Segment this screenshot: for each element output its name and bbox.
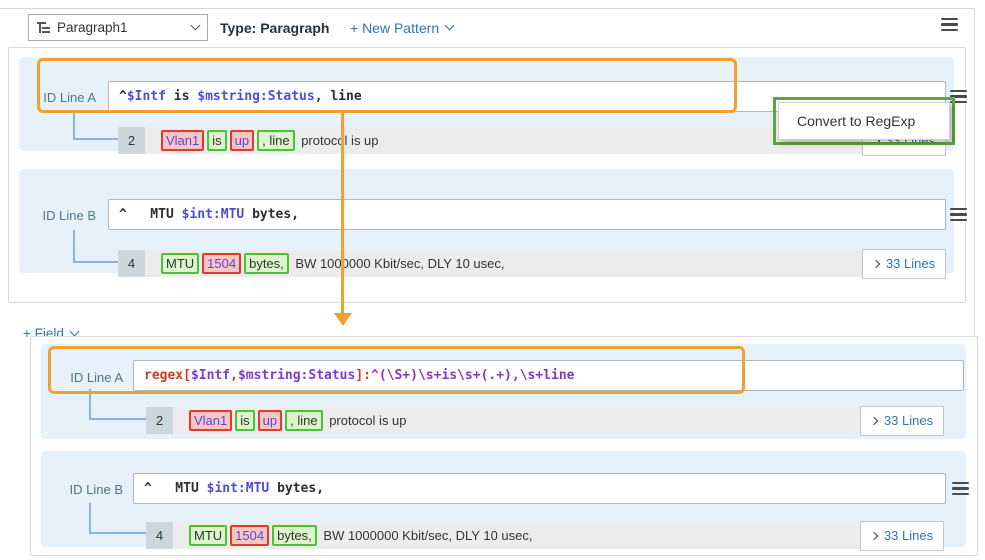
header-menu-button[interactable] bbox=[941, 18, 958, 31]
header-divider bbox=[0, 8, 974, 9]
pattern-selector[interactable]: Paragraph1 bbox=[28, 14, 208, 41]
sample-rest-text: BW 1000000 Kbit/sec, DLY 10 usec, bbox=[292, 256, 505, 271]
id-line-b-group: ID Line B ^ MTU $int:MTU bytes, 4 MTU150… bbox=[41, 451, 966, 547]
pattern-text: ^ MTU bbox=[144, 481, 207, 496]
chevron-right-icon bbox=[870, 416, 878, 424]
line-number: 4 bbox=[118, 250, 145, 277]
captured-token: 1504 bbox=[230, 525, 269, 546]
id-line-a-label: ID Line A bbox=[34, 90, 96, 105]
pattern-text: ^ MTU bbox=[119, 207, 182, 222]
id-line-a-group-regex: ID Line A regex[$Intf,$mstring:Status]:^… bbox=[41, 344, 966, 439]
id-line-b-label: ID Line B bbox=[34, 208, 96, 223]
lines-count-button[interactable]: 33 Lines bbox=[860, 406, 944, 436]
chevron-right-icon bbox=[872, 259, 880, 267]
lines-count-label: 33 Lines bbox=[884, 413, 933, 428]
highlight-box-menu: Convert to RegExp bbox=[773, 97, 955, 145]
literal-token: bytes, bbox=[244, 253, 289, 274]
regex-variable: $mstring:Status bbox=[238, 368, 355, 383]
pattern-text: is bbox=[166, 89, 197, 104]
chevron-right-icon bbox=[870, 531, 878, 539]
regex-keyword: regex bbox=[144, 368, 183, 383]
lines-count-button[interactable]: 33 Lines bbox=[862, 249, 946, 279]
sample-rest-text: BW 1000000 Kbit/sec, DLY 10 usec, bbox=[320, 528, 533, 543]
matched-tokens: Vlan1isup, line protocol is up bbox=[189, 410, 407, 431]
line-b-menu-button[interactable] bbox=[950, 208, 967, 221]
arrow-head-icon bbox=[334, 313, 352, 326]
regex-punct: : bbox=[363, 368, 371, 383]
id-line-b-group: ID Line B ^ MTU $int:MTU bytes, 4 MTU150… bbox=[19, 169, 954, 273]
pattern-tree-icon bbox=[37, 21, 50, 34]
literal-token: , line bbox=[257, 130, 294, 151]
regex-variable: $Intf bbox=[191, 368, 230, 383]
connector-line bbox=[89, 389, 146, 420]
regex-body: ^(\S+)\s+is\s+(.+),\s+line bbox=[371, 368, 575, 383]
chevron-down-icon bbox=[69, 327, 79, 337]
captured-token: 1504 bbox=[202, 253, 241, 274]
lines-count-button[interactable]: 33 Lines bbox=[860, 521, 944, 551]
literal-token: is bbox=[207, 130, 226, 151]
chevron-down-icon bbox=[191, 21, 201, 31]
literal-token: MTU bbox=[189, 525, 227, 546]
regex-punct: ] bbox=[355, 368, 363, 383]
matched-tokens: Vlan1isup, line protocol is up bbox=[161, 130, 379, 151]
id-line-b-label: ID Line B bbox=[61, 482, 123, 497]
connector-line bbox=[73, 230, 118, 263]
context-menu: Convert to RegExp bbox=[778, 102, 950, 140]
lines-count-label: 33 Lines bbox=[886, 256, 935, 271]
pattern-editor-panel-bottom: ID Line A regex[$Intf,$mstring:Status]:^… bbox=[30, 336, 978, 556]
id-line-a-regex-input[interactable]: regex[$Intf,$mstring:Status]:^(\S+)\s+is… bbox=[133, 360, 964, 391]
captured-token: up bbox=[258, 410, 282, 431]
line-number: 4 bbox=[146, 522, 173, 549]
line-number: 2 bbox=[118, 127, 145, 154]
pattern-variable: $mstring:Status bbox=[197, 89, 314, 104]
lines-count-label: 33 Lines bbox=[884, 528, 933, 543]
captured-token: Vlan1 bbox=[161, 130, 204, 151]
new-pattern-button[interactable]: + New Pattern bbox=[350, 14, 453, 41]
pattern-editor-panel-top: ID Line A ^$Intf is $mstring:Status, lin… bbox=[8, 47, 966, 303]
sample-row-4: 4 MTU1504bytes, BW 1000000 Kbit/sec, DLY… bbox=[118, 250, 946, 277]
sample-row-4: 4 MTU1504bytes, BW 1000000 Kbit/sec, DLY… bbox=[146, 522, 944, 549]
connector-line bbox=[89, 503, 146, 534]
pattern-text: bytes, bbox=[244, 207, 299, 222]
chevron-down-icon bbox=[445, 21, 455, 31]
captured-token: up bbox=[230, 130, 254, 151]
regex-punct: , bbox=[230, 368, 238, 383]
matched-tokens: MTU1504bytes, BW 1000000 Kbit/sec, DLY 1… bbox=[189, 525, 532, 546]
pattern-text: , line bbox=[315, 89, 362, 104]
regex-punct: [ bbox=[183, 368, 191, 383]
connector-line bbox=[73, 111, 118, 140]
type-label: Type: Paragraph bbox=[220, 14, 329, 41]
sample-rest-text: protocol is up bbox=[298, 133, 379, 148]
matched-tokens: MTU1504bytes, BW 1000000 Kbit/sec, DLY 1… bbox=[161, 253, 504, 274]
convert-to-regexp-item[interactable]: Convert to RegExp bbox=[779, 113, 949, 129]
pattern-variable: $int:MTU bbox=[182, 207, 245, 222]
id-line-a-label: ID Line A bbox=[61, 370, 123, 385]
pattern-text: ^ bbox=[119, 89, 127, 104]
pattern-variable: $int:MTU bbox=[207, 481, 270, 496]
sample-row-2: 2 Vlan1isup, line protocol is up 33 Line… bbox=[146, 407, 944, 434]
id-line-b-input[interactable]: ^ MTU $int:MTU bytes, bbox=[108, 199, 946, 230]
captured-token: Vlan1 bbox=[189, 410, 232, 431]
line-b-menu-button[interactable] bbox=[952, 482, 969, 495]
pattern-variable: $Intf bbox=[127, 89, 166, 104]
pattern-text: bytes, bbox=[269, 481, 324, 496]
literal-token: bytes, bbox=[272, 525, 317, 546]
pattern-selector-value: Paragraph1 bbox=[57, 20, 192, 35]
id-line-b-input[interactable]: ^ MTU $int:MTU bytes, bbox=[133, 473, 946, 504]
literal-token: MTU bbox=[161, 253, 199, 274]
sample-rest-text: protocol is up bbox=[326, 413, 407, 428]
new-pattern-label: + New Pattern bbox=[350, 20, 439, 36]
line-number: 2 bbox=[146, 407, 173, 434]
literal-token: , line bbox=[285, 410, 322, 431]
literal-token: is bbox=[235, 410, 254, 431]
